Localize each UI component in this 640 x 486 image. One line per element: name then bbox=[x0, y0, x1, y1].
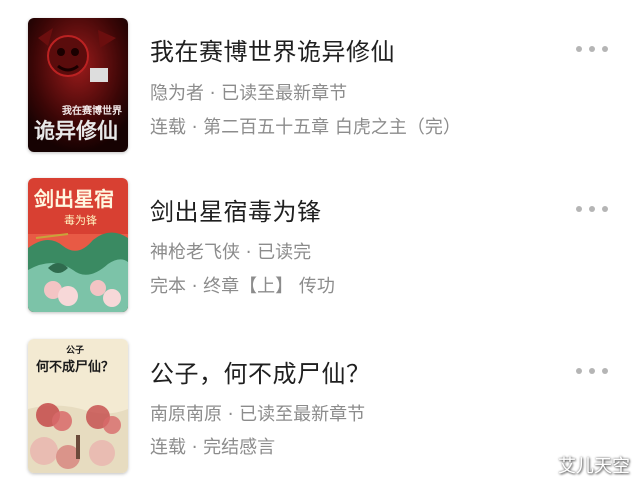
book-cover-image[interactable]: 公子 何不成尸仙？ bbox=[28, 339, 128, 473]
watermark-text: 艾儿天空 bbox=[558, 456, 630, 477]
book-author-progress: 南原南原 · 已读至最新章节 bbox=[150, 404, 366, 425]
book-title[interactable]: 公子，何不成尸仙？ bbox=[150, 354, 371, 389]
book-title[interactable]: 剑出星宿毒为锋 bbox=[150, 192, 322, 227]
cover-title-line2: 何不成尸仙？ bbox=[36, 359, 114, 375]
book-cover-image[interactable]: 剑出星宿 毒为锋 bbox=[28, 178, 128, 312]
cover-title-line1: 公子 bbox=[66, 345, 84, 356]
book-list-item[interactable]: 公子 何不成尸仙？ 公子，何不成尸仙？ 南原南原 · 已读至最新章节 连载 · … bbox=[0, 0, 640, 473]
book-author-progress: 神枪老飞侠 · 已读完 bbox=[150, 242, 312, 263]
book-status-chapter: 完本 · 终章【上】 传功 bbox=[150, 276, 335, 297]
more-options-icon[interactable] bbox=[572, 361, 612, 381]
more-options-icon[interactable] bbox=[572, 199, 612, 219]
cover-title-line1: 剑出星宿 bbox=[33, 187, 114, 211]
cover-title-line2: 毒为锋 bbox=[64, 214, 97, 227]
book-status-chapter: 连载 · 完结感言 bbox=[150, 437, 276, 458]
